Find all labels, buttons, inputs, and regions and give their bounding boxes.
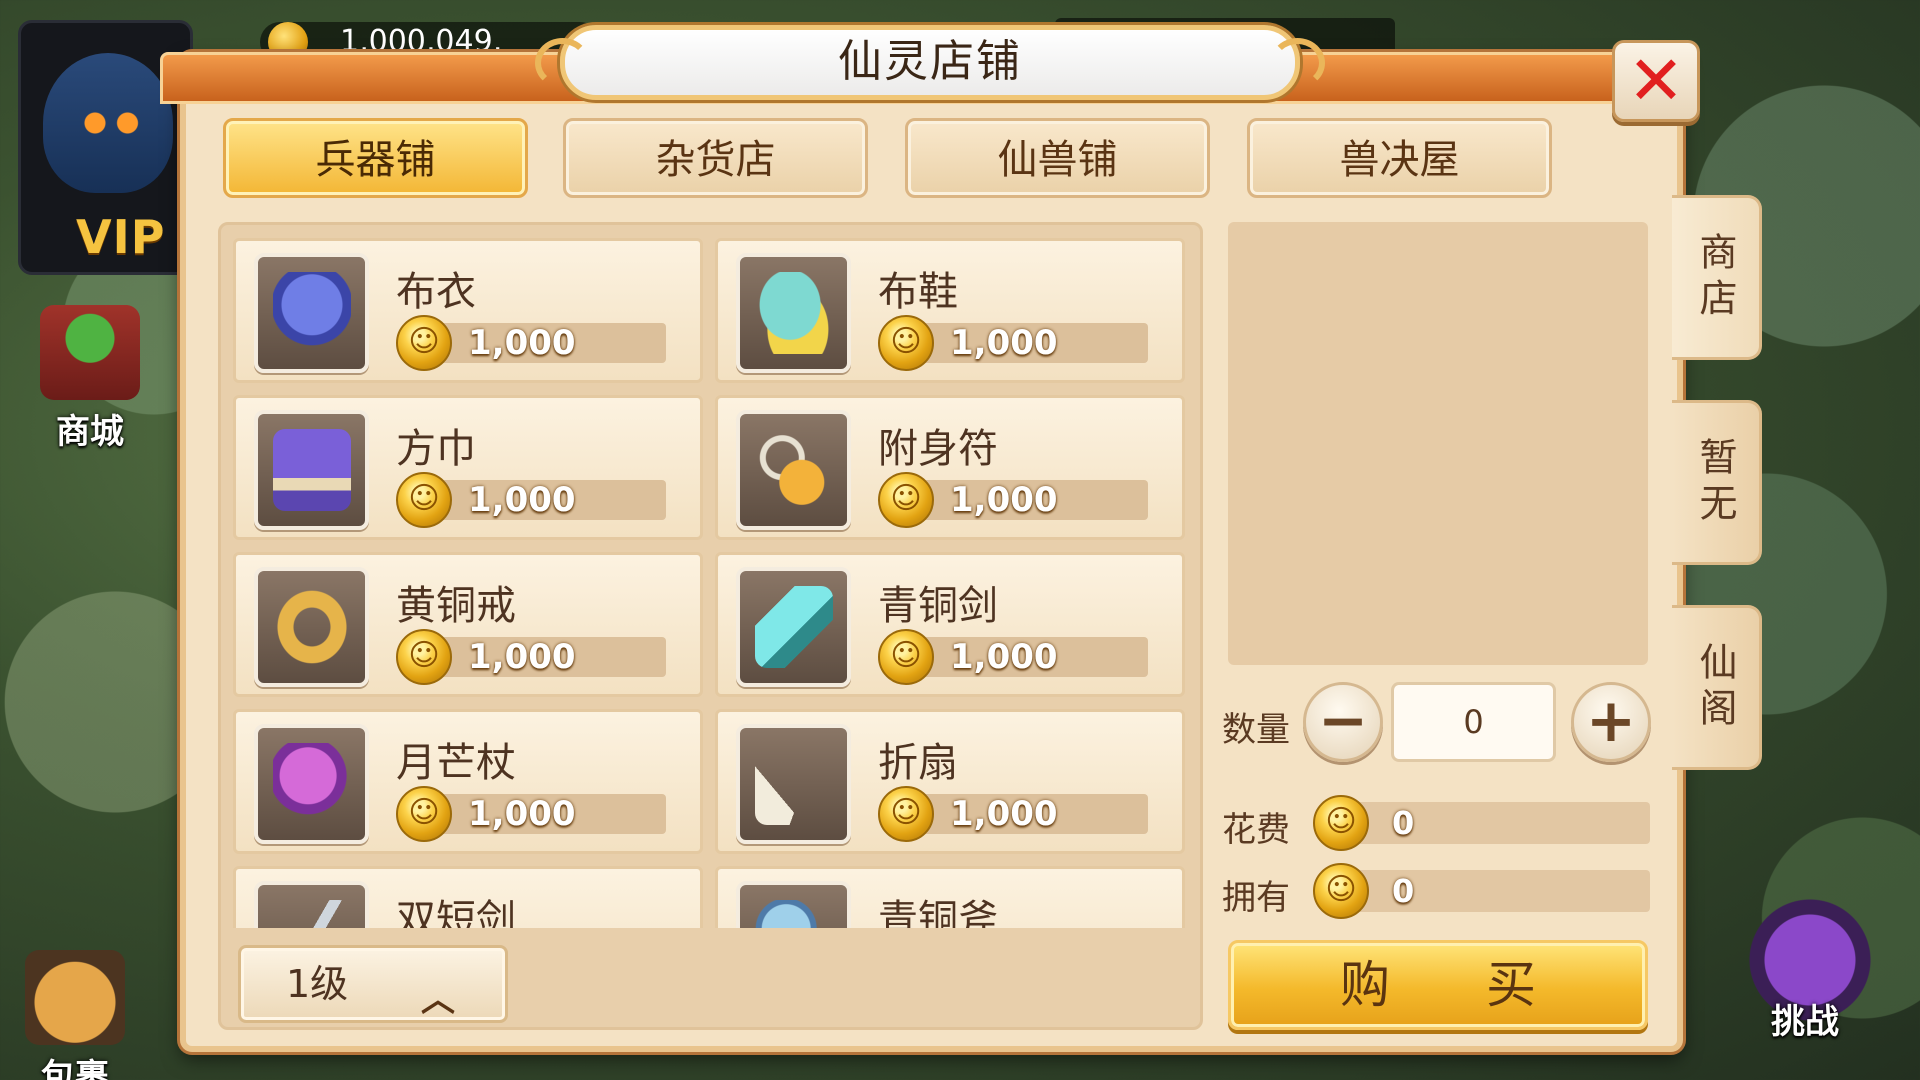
dagger-icon	[273, 900, 351, 928]
coin-icon: ☺	[1313, 795, 1369, 851]
shop-item[interactable]: 双短剑	[233, 866, 703, 928]
shop-title: 仙灵店铺	[838, 36, 1022, 87]
coin-icon: ☺	[396, 315, 452, 371]
item-name: 布衣	[396, 269, 476, 315]
item-price: 1,000	[908, 323, 1148, 363]
avatar-portrait	[43, 53, 173, 193]
item-name: 附身符	[878, 426, 998, 472]
item-price: 1,000	[908, 794, 1148, 834]
owned-value: 0	[1350, 870, 1650, 912]
cost-label: 花费	[1222, 810, 1290, 850]
ring-icon	[273, 586, 351, 668]
plus-icon: +	[1585, 686, 1637, 756]
coin-icon: ☺	[878, 629, 934, 685]
talisman-icon	[755, 429, 833, 511]
item-name: 双短剑	[396, 897, 516, 928]
bag-button[interactable]: 包裹	[15, 950, 135, 1080]
staff-icon	[273, 743, 351, 825]
cost-value: 0	[1350, 802, 1650, 844]
level-label: 1级	[286, 962, 349, 1006]
shop-item[interactable]: 附身符 1,000 ☺	[715, 395, 1185, 540]
side-tab-none[interactable]: 暂无	[1672, 400, 1762, 565]
item-name: 布鞋	[878, 269, 958, 315]
close-button[interactable]: ✕	[1612, 40, 1700, 122]
coin-icon: ☺	[396, 786, 452, 842]
item-name: 月芒杖	[396, 740, 516, 786]
tab-weapons[interactable]: 兵器铺	[223, 118, 528, 198]
item-price: 1,000	[426, 480, 666, 520]
minus-icon: −	[1317, 686, 1369, 756]
shop-title-plate: 仙灵店铺	[535, 25, 1325, 100]
vip-badge: VIP	[76, 210, 166, 264]
item-icon-frame	[736, 567, 851, 687]
buy-button[interactable]: 购 买	[1228, 940, 1648, 1030]
shop-item[interactable]: 折扇 1,000 ☺	[715, 709, 1185, 854]
increase-quantity-button[interactable]: +	[1571, 682, 1651, 762]
shop-item[interactable]: 青铜斧	[715, 866, 1185, 928]
item-preview-panel	[1228, 222, 1648, 665]
shop-item[interactable]: 青铜剑 1,000 ☺	[715, 552, 1185, 697]
level-selector[interactable]: 1级 ︿	[238, 945, 508, 1023]
item-icon-frame	[254, 253, 369, 373]
tab-pet-shop[interactable]: 仙兽铺	[905, 118, 1210, 198]
tab-pet-skill-shop[interactable]: 兽决屋	[1247, 118, 1552, 198]
item-price: 1,000	[908, 637, 1148, 677]
mall-label: 商城	[56, 412, 124, 452]
bag-label: 包裹	[41, 1057, 109, 1080]
item-icon-frame	[254, 881, 369, 928]
item-icon-frame	[736, 253, 851, 373]
coin-icon: ☺	[396, 629, 452, 685]
item-icon-frame	[254, 410, 369, 530]
coin-icon: ☺	[878, 786, 934, 842]
item-name: 折扇	[878, 740, 958, 786]
side-tab-shop[interactable]: 商店	[1672, 195, 1762, 360]
shop-item[interactable]: 布鞋 1,000 ☺	[715, 238, 1185, 383]
shop-item[interactable]: 方巾 1,000 ☺	[233, 395, 703, 540]
item-icon-frame	[736, 724, 851, 844]
sword-icon	[755, 586, 833, 668]
shop-item[interactable]: 黄铜戒 1,000 ☺	[233, 552, 703, 697]
coin-icon: ☺	[1313, 863, 1369, 919]
coin-icon: ☺	[878, 472, 934, 528]
item-name: 青铜剑	[878, 583, 998, 629]
quantity-label: 数量	[1222, 710, 1290, 750]
item-name: 方巾	[396, 426, 476, 472]
item-grid[interactable]: 布衣 1,000 ☺ 布鞋 1,000 ☺ 方巾 1,000 ☺ 附身符 1,0…	[233, 238, 1188, 928]
mall-icon	[40, 305, 140, 400]
coin-icon: ☺	[878, 315, 934, 371]
axe-icon	[755, 900, 833, 928]
coin-icon: ☺	[396, 472, 452, 528]
challenge-label: 挑战	[1771, 1002, 1839, 1042]
side-tab-immortal-pavilion[interactable]: 仙阁	[1672, 605, 1762, 770]
hat-icon	[273, 429, 351, 511]
owned-label: 拥有	[1222, 878, 1290, 918]
item-icon-frame	[736, 410, 851, 530]
item-price: 1,000	[426, 637, 666, 677]
fan-icon	[755, 743, 833, 825]
mall-button[interactable]: 商城	[30, 305, 150, 453]
chevron-up-icon: ︿	[421, 980, 455, 1020]
shop-item[interactable]: 布衣 1,000 ☺	[233, 238, 703, 383]
title-scroll-left-ornament	[535, 38, 590, 88]
robe-icon	[273, 272, 351, 354]
item-icon-frame	[736, 881, 851, 928]
item-name: 青铜斧	[878, 897, 998, 928]
shop-item[interactable]: 月芒杖 1,000 ☺	[233, 709, 703, 854]
item-name: 黄铜戒	[396, 583, 516, 629]
item-price: 1,000	[908, 480, 1148, 520]
item-price: 1,000	[426, 323, 666, 363]
quantity-field[interactable]: 0	[1391, 682, 1556, 762]
close-icon: ✕	[1627, 42, 1685, 121]
item-price: 1,000	[426, 794, 666, 834]
bag-icon	[25, 950, 125, 1045]
tab-general-store[interactable]: 杂货店	[563, 118, 868, 198]
title-scroll-right-ornament	[1270, 38, 1325, 88]
challenge-button[interactable]: 挑战	[1745, 890, 1875, 1043]
shoes-icon	[755, 272, 833, 354]
item-icon-frame	[254, 724, 369, 844]
decrease-quantity-button[interactable]: −	[1303, 682, 1383, 762]
item-icon-frame	[254, 567, 369, 687]
